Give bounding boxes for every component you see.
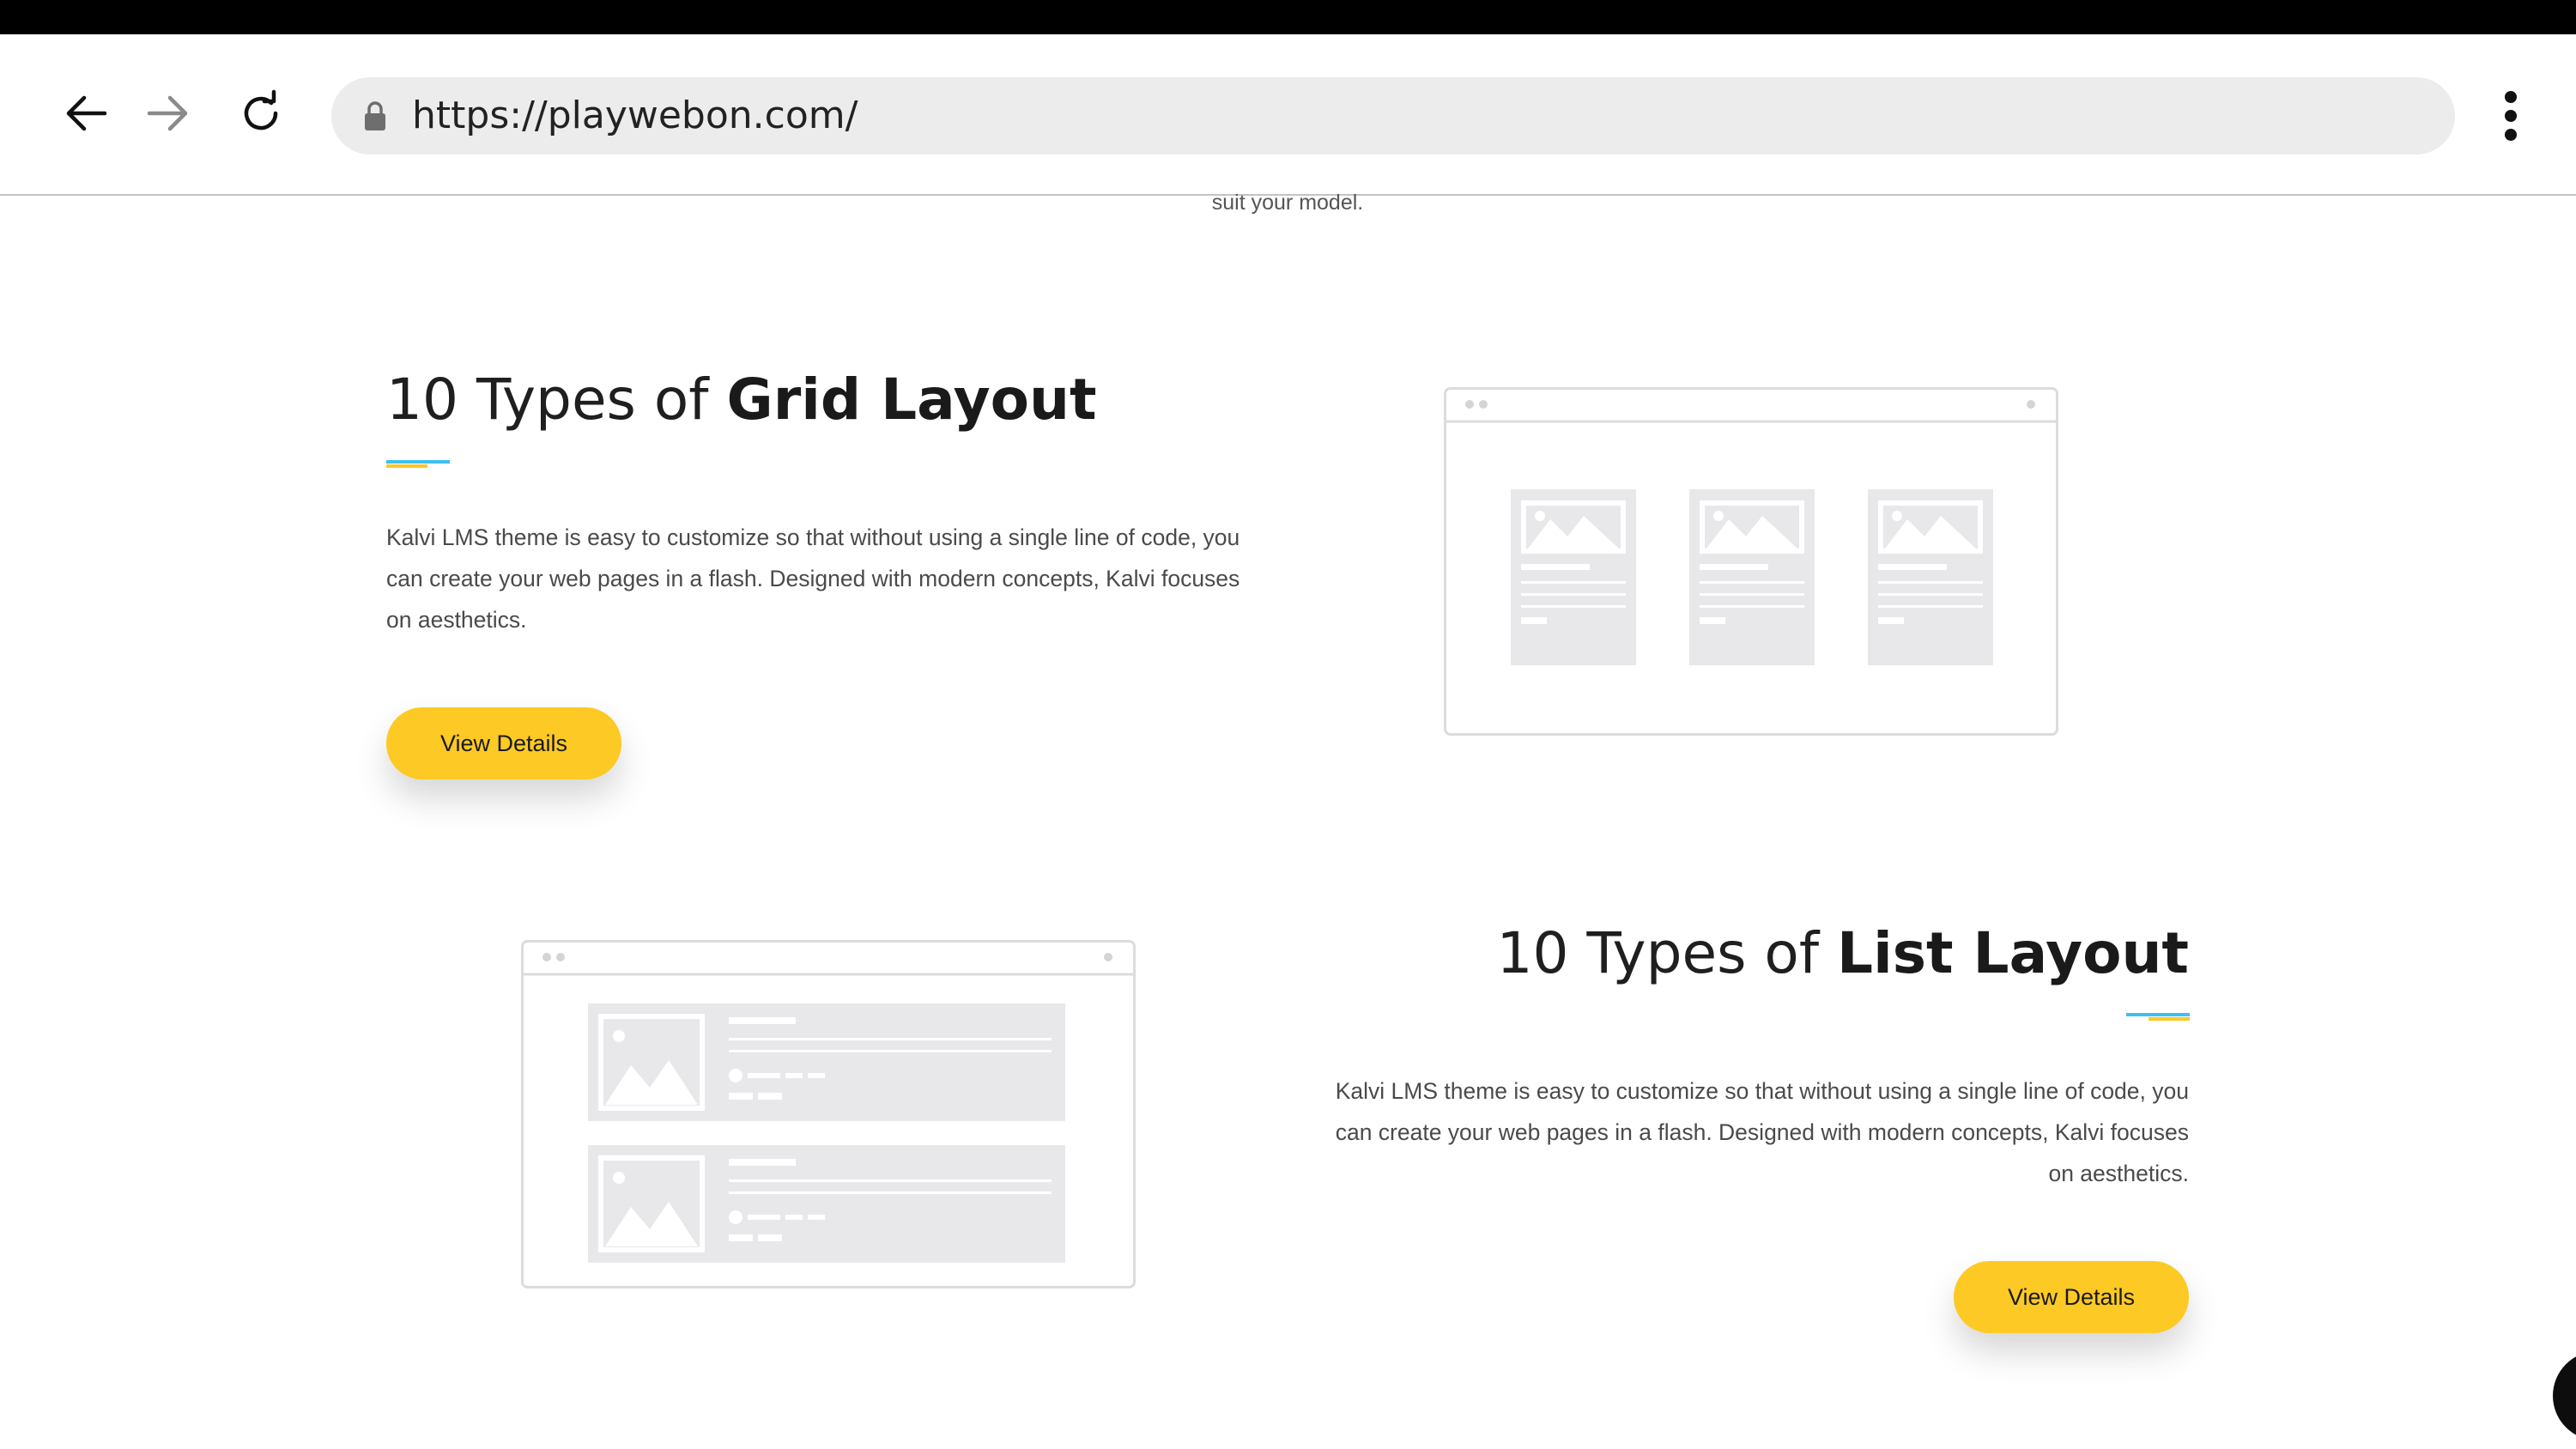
- reload-button[interactable]: [227, 79, 295, 148]
- page: https://playwebon.com/ suit your model. …: [0, 0, 2576, 1449]
- forward-button[interactable]: [134, 79, 203, 148]
- list-layout-description: Kalvi LMS theme is easy to customize so …: [1335, 1078, 2189, 1186]
- grid-layout-illustration: [1444, 387, 2058, 736]
- floating-chat-button[interactable]: [2553, 1351, 2576, 1440]
- heading-accent-line: [2126, 1013, 2190, 1022]
- browser-toolbar: https://playwebon.com/: [0, 34, 2576, 196]
- previous-section-text-fragment: suit your model.: [1211, 191, 1364, 215]
- address-bar[interactable]: https://playwebon.com/: [331, 77, 2455, 155]
- reload-icon: [244, 89, 278, 130]
- status-bar: [0, 0, 2576, 34]
- url-text: https://playwebon.com/: [412, 94, 858, 137]
- heading-accent-line: [386, 460, 450, 469]
- arrow-back-icon: [66, 95, 107, 131]
- arrow-forward-icon: [147, 95, 188, 131]
- list-layout-heading: 10 Types of List Layout: [1496, 920, 2189, 986]
- more-vert-icon: [2505, 91, 2517, 103]
- browser-menu-button[interactable]: [2489, 86, 2532, 146]
- list-view-details-button[interactable]: View Details: [1954, 1261, 2189, 1333]
- list-layout-illustration: [521, 940, 1136, 1288]
- grid-layout-description: Kalvi LMS theme is easy to customize so …: [386, 524, 1240, 633]
- grid-view-details-button[interactable]: View Details: [386, 707, 621, 779]
- back-button[interactable]: [52, 79, 120, 148]
- grid-layout-heading: 10 Types of Grid Layout: [386, 367, 1097, 433]
- lock-icon: [365, 101, 385, 130]
